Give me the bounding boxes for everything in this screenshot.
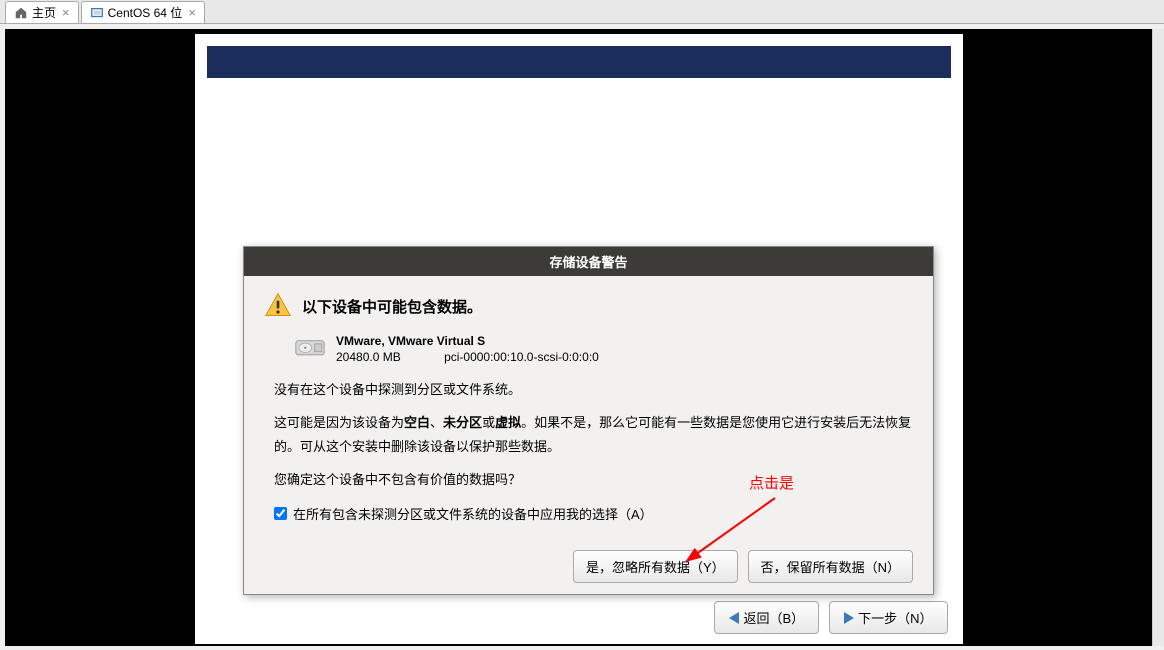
installer-header-bar [207, 46, 951, 78]
tab-label: 主页 [32, 4, 56, 21]
tab-centos[interactable]: CentOS 64 位 × [81, 1, 205, 23]
storage-warning-dialog: 存储设备警告 以下设备中可能包含数据。 [243, 246, 934, 595]
next-label: 下一步（N） [858, 608, 932, 627]
home-icon [14, 6, 28, 20]
dialog-body: 以下设备中可能包含数据。 VMware, VMware Virtual S 20… [244, 276, 933, 538]
dialog-para1: 没有在这个设备中探测到分区或文件系统。 [274, 378, 913, 401]
arrow-right-icon [844, 612, 854, 624]
warning-icon [264, 291, 302, 322]
no-keep-button[interactable]: 否，保留所有数据（N） [748, 550, 913, 583]
nav-buttons: 返回（B） 下一步（N） [714, 601, 947, 634]
dialog-heading-text: 以下设备中可能包含数据。 [302, 296, 482, 317]
device-pci: pci-0000:00:10.0-scsi-0:0:0:0 [444, 350, 599, 364]
close-icon[interactable]: × [62, 5, 70, 20]
device-name: VMware, VMware Virtual S [336, 334, 599, 348]
device-size: 20480.0 MB [336, 350, 401, 364]
back-label: 返回（B） [743, 608, 804, 627]
dialog-heading: 以下设备中可能包含数据。 [264, 291, 913, 322]
scrollbar-vertical[interactable] [1152, 29, 1164, 646]
vm-icon [90, 6, 104, 20]
apply-all-checkbox[interactable] [274, 507, 287, 520]
dialog-title: 存储设备警告 [244, 247, 933, 276]
dialog-buttons: 是，忽略所有数据（Y） 否，保留所有数据（N） [244, 538, 933, 598]
device-meta: 20480.0 MB pci-0000:00:10.0-scsi-0:0:0:0 [336, 350, 599, 364]
device-row: VMware, VMware Virtual S 20480.0 MB pci-… [294, 334, 913, 364]
device-info: VMware, VMware Virtual S 20480.0 MB pci-… [336, 334, 599, 364]
yes-discard-button[interactable]: 是，忽略所有数据（Y） [573, 550, 738, 583]
annotation-text: 点击是 [749, 472, 794, 493]
dialog-para2: 这可能是因为该设备为空白、未分区或虚拟。如果不是，那么它可能有一些数据是您使用它… [274, 411, 913, 458]
dialog-para3: 您确定这个设备中不包含有价值的数据吗？ [274, 468, 913, 491]
tab-bar: 主页 × CentOS 64 位 × [0, 0, 1164, 24]
checkbox-label: 在所有包含未探测分区或文件系统的设备中应用我的选择（A） [293, 504, 653, 523]
arrow-left-icon [729, 612, 739, 624]
disk-icon [294, 334, 336, 361]
tab-label: CentOS 64 位 [108, 4, 183, 21]
apply-all-checkbox-row: 在所有包含未探测分区或文件系统的设备中应用我的选择（A） [274, 504, 913, 523]
back-button[interactable]: 返回（B） [714, 601, 819, 634]
tab-home[interactable]: 主页 × [5, 1, 79, 23]
dialog-text: 没有在这个设备中探测到分区或文件系统。 这可能是因为该设备为空白、未分区或虚拟。… [274, 378, 913, 492]
close-icon[interactable]: × [188, 5, 196, 20]
next-button[interactable]: 下一步（N） [829, 601, 947, 634]
